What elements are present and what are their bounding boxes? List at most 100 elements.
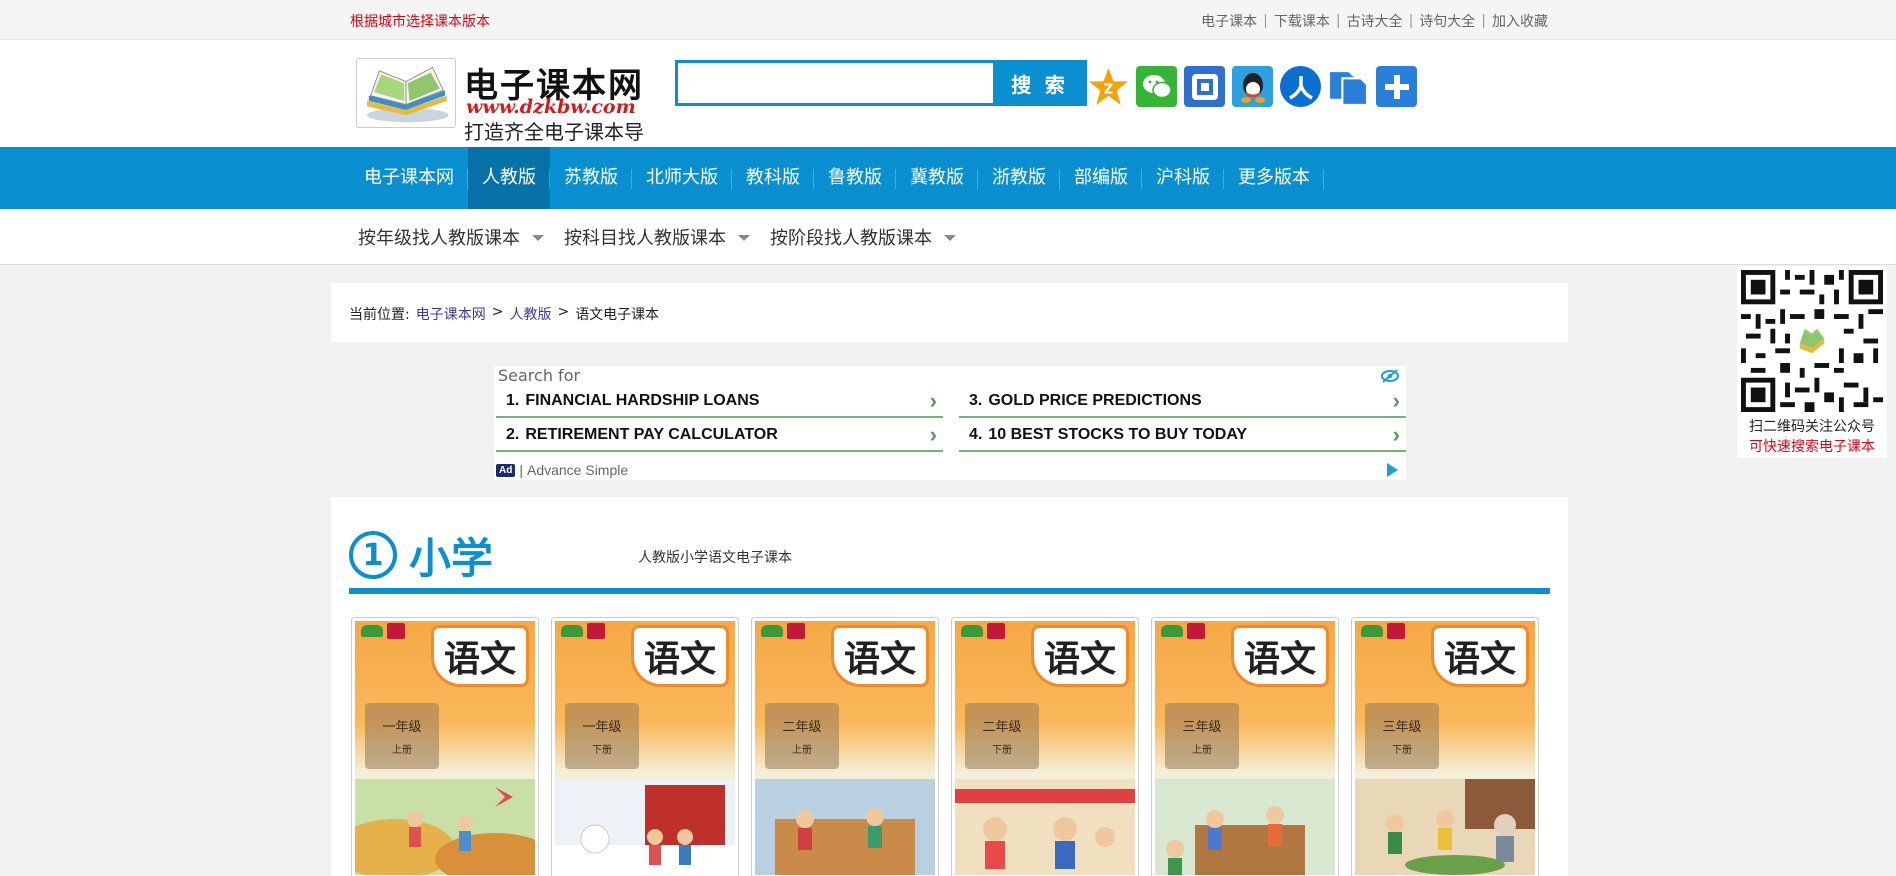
nav-item-beishida[interactable]: 北师大版 bbox=[632, 147, 732, 209]
book-volume: 上册 bbox=[1192, 745, 1212, 756]
top-link-verses[interactable]: 诗句大全 bbox=[1419, 11, 1475, 31]
primary-school-section: 1 小学 人教版小学语文电子课本 语文 一年级 上册 语文 一年级 下册 语文 … bbox=[331, 497, 1568, 876]
subnav-label: 按阶段找人教版课本 bbox=[770, 228, 932, 249]
book-subject: 语文 bbox=[831, 625, 929, 687]
publisher-logo-icon bbox=[1361, 625, 1383, 637]
search-button[interactable]: 搜 索 bbox=[993, 60, 1087, 106]
nav-item-zhejiao[interactable]: 浙教版 bbox=[978, 147, 1060, 209]
book-card[interactable]: 语文 三年级 下册 bbox=[1351, 617, 1539, 876]
subnav-by-subject[interactable]: 按科目找人教版课本 bbox=[564, 224, 750, 250]
book-card[interactable]: 语文 一年级 下册 bbox=[551, 617, 739, 876]
logo-url: www.dzkbw.com bbox=[466, 96, 636, 118]
section-subtitle[interactable]: 人教版小学语文电子课本 bbox=[638, 547, 792, 567]
copy-icon[interactable] bbox=[1328, 66, 1369, 107]
publisher-logo-icon bbox=[361, 625, 383, 637]
ad-link-text: RETIREMENT PAY CALCULATOR bbox=[525, 426, 778, 443]
book-volume: 上册 bbox=[392, 745, 412, 756]
book-cover: 语文 二年级 上册 bbox=[755, 621, 935, 875]
ad-link-1[interactable]: 1. FINANCIAL HARDSHIP LOANS › bbox=[496, 386, 943, 418]
ad-link-text: FINANCIAL HARDSHIP LOANS bbox=[525, 392, 760, 409]
top-links: 电子课本 | 下载课本 | 古诗大全 | 诗句大全 | 加入收藏 bbox=[1201, 11, 1548, 31]
nav-item-more[interactable]: 更多版本 bbox=[1224, 147, 1324, 209]
nav-item-home[interactable]: 电子课本网 bbox=[350, 147, 468, 209]
cover-illustration bbox=[1355, 779, 1535, 875]
tieba-icon[interactable] bbox=[1184, 66, 1225, 107]
book-card[interactable]: 语文 一年级 上册 bbox=[351, 617, 539, 876]
qr-code-panel: 扫二维码关注公众号 可快速搜索电子课本 bbox=[1737, 266, 1887, 458]
adchoices-icon[interactable] bbox=[1387, 463, 1398, 477]
qq-icon[interactable] bbox=[1232, 66, 1273, 107]
cover-illustration bbox=[355, 779, 535, 875]
site-logo[interactable]: 电子课本网 www.dzkbw.com 打造齐全电子课本导航 bbox=[352, 50, 654, 173]
top-link-ancient-poems[interactable]: 古诗大全 bbox=[1347, 11, 1403, 31]
sub-nav: 按年级找人教版课本 按科目找人教版课本 按阶段找人教版课本 bbox=[0, 209, 1896, 265]
breadcrumb-current: 语文电子课本 bbox=[575, 307, 660, 323]
breadcrumb-box: 当前位置: 电子课本网 > 人教版 > 语文电子课本 bbox=[331, 283, 1568, 342]
grade-box: 一年级 上册 bbox=[365, 703, 439, 769]
renren-icon[interactable] bbox=[1280, 66, 1321, 107]
caret-down-icon bbox=[944, 235, 956, 241]
divider: | bbox=[1481, 13, 1486, 29]
subnav-label: 按科目找人教版课本 bbox=[564, 228, 726, 249]
book-card[interactable]: 语文 二年级 上册 bbox=[751, 617, 939, 876]
ad-sponsor[interactable]: Advance Simple bbox=[527, 462, 628, 478]
more-share-icon[interactable] bbox=[1376, 66, 1417, 107]
ad-hide-icon[interactable] bbox=[1380, 368, 1400, 384]
textbook-logo-icon bbox=[787, 623, 805, 639]
subnav-label: 按年级找人教版课本 bbox=[358, 228, 520, 249]
top-link-bookmark[interactable]: 加入收藏 bbox=[1492, 11, 1548, 31]
nav-item-sujiao[interactable]: 苏教版 bbox=[550, 147, 632, 209]
divider: | bbox=[1408, 13, 1414, 29]
top-bar: 根据城市选择课本版本 电子课本 | 下载课本 | 古诗大全 | 诗句大全 | 加… bbox=[0, 0, 1896, 40]
share-icons: Z bbox=[1088, 66, 1417, 107]
book-card[interactable]: 语文 二年级 下册 bbox=[951, 617, 1139, 876]
nav-item-bubian[interactable]: 部编版 bbox=[1060, 147, 1142, 209]
top-link-ebooks[interactable]: 电子课本 bbox=[1201, 11, 1257, 31]
book-volume: 下册 bbox=[1392, 745, 1412, 756]
qzone-icon[interactable]: Z bbox=[1088, 66, 1129, 107]
book-subject: 语文 bbox=[431, 625, 529, 687]
nav-item-huke[interactable]: 沪科版 bbox=[1142, 147, 1224, 209]
grade-box: 三年级 下册 bbox=[1365, 703, 1439, 769]
nav-item-renjiao[interactable]: 人教版 bbox=[468, 147, 550, 209]
nav-item-jiaoke[interactable]: 教科版 bbox=[732, 147, 814, 209]
textbook-logo-icon bbox=[1387, 623, 1405, 639]
top-link-download[interactable]: 下载课本 bbox=[1274, 11, 1330, 31]
ad-link-2[interactable]: 2. RETIREMENT PAY CALCULATOR › bbox=[496, 420, 943, 452]
nav-item-jijiao[interactable]: 冀教版 bbox=[896, 147, 978, 209]
book-cover: 语文 一年级 下册 bbox=[555, 621, 735, 875]
chevron-right-icon: › bbox=[929, 422, 937, 447]
ad-link-text: 10 BEST STOCKS TO BUY TODAY bbox=[988, 426, 1248, 443]
book-cover: 语文 二年级 下册 bbox=[955, 621, 1135, 875]
main-nav: 电子课本网 人教版 苏教版 北师大版 教科版 鲁教版 冀教版 浙教版 部编版 沪… bbox=[0, 147, 1896, 209]
ad-link-number: 3. bbox=[969, 392, 983, 409]
book-grade: 三年级 bbox=[1182, 720, 1222, 735]
book-grade: 二年级 bbox=[982, 720, 1022, 735]
city-edition-link[interactable]: 根据城市选择课本版本 bbox=[350, 11, 490, 31]
book-card[interactable]: 语文 三年级 上册 bbox=[1151, 617, 1339, 876]
breadcrumb-separator: > bbox=[491, 304, 504, 320]
subnav-by-grade[interactable]: 按年级找人教版课本 bbox=[358, 224, 544, 250]
caret-down-icon bbox=[738, 235, 750, 241]
wechat-icon[interactable] bbox=[1136, 66, 1177, 107]
ad-link-3[interactable]: 3. GOLD PRICE PREDICTIONS › bbox=[959, 386, 1406, 418]
site-header: 电子课本网 www.dzkbw.com 打造齐全电子课本导航 搜 索 Z bbox=[0, 40, 1896, 173]
grade-box: 一年级 下册 bbox=[565, 703, 639, 769]
chevron-right-icon: › bbox=[1392, 388, 1400, 413]
publisher-logo-icon bbox=[1161, 625, 1183, 637]
textbook-logo-icon bbox=[1187, 623, 1205, 639]
breadcrumb-home-link[interactable]: 电子课本网 bbox=[416, 304, 486, 324]
subnav-by-stage[interactable]: 按阶段找人教版课本 bbox=[770, 224, 956, 250]
ad-search-for-label: Search for bbox=[498, 366, 581, 385]
divider: | bbox=[519, 462, 523, 478]
ad-badge: Ad bbox=[496, 463, 516, 477]
publisher-logo-icon bbox=[961, 625, 983, 637]
breadcrumb-edition-link[interactable]: 人教版 bbox=[509, 304, 551, 324]
section-header: 1 小学 人教版小学语文电子课本 bbox=[349, 531, 1550, 594]
search-input[interactable] bbox=[675, 60, 993, 106]
textbook-logo-icon bbox=[387, 623, 405, 639]
book-subject: 语文 bbox=[631, 625, 729, 687]
section-title: 小学 bbox=[409, 534, 494, 583]
ad-link-4[interactable]: 4. 10 BEST STOCKS TO BUY TODAY › bbox=[959, 420, 1406, 452]
nav-item-lujiao[interactable]: 鲁教版 bbox=[814, 147, 896, 209]
